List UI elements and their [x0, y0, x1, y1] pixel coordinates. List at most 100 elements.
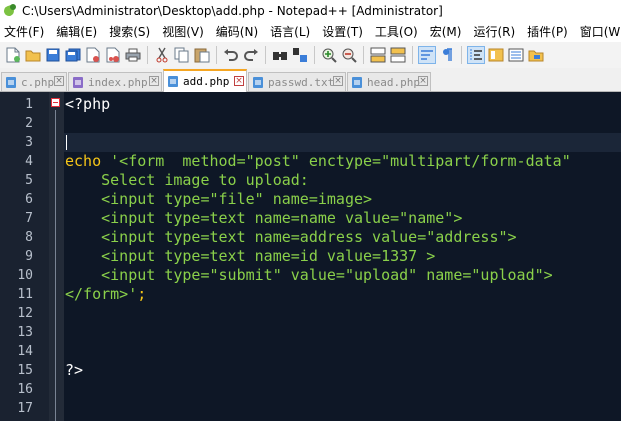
- line-number: 15: [17, 363, 33, 378]
- new-file-icon[interactable]: [4, 46, 22, 64]
- code-text: <?php: [65, 95, 111, 113]
- line-number: 16: [17, 382, 33, 397]
- line-number: 14: [17, 344, 33, 359]
- folder-workspace-icon[interactable]: [527, 46, 545, 64]
- menu-search[interactable]: 搜索(S): [103, 22, 156, 42]
- close-icon[interactable]: ×: [149, 76, 159, 86]
- toolbar: [0, 42, 621, 68]
- sync-v-icon[interactable]: [369, 46, 387, 64]
- file-icon: [6, 76, 16, 88]
- menu-tools[interactable]: 工具(O): [369, 22, 424, 42]
- line-number: 2: [25, 116, 33, 131]
- code-line: 13: [0, 323, 621, 342]
- code-text-echo: echo '<form method="post" enctype="multi…: [65, 152, 571, 171]
- file-icon: [253, 76, 263, 88]
- tab-label: c.php: [21, 75, 55, 89]
- semicolon: ;: [137, 285, 147, 303]
- code-line: 7 <input type=text name=name value="name…: [0, 209, 621, 228]
- menu-run[interactable]: 运行(R): [467, 22, 521, 42]
- line-number: 7: [25, 211, 33, 226]
- function-list-icon[interactable]: [507, 46, 525, 64]
- save-icon[interactable]: [44, 46, 62, 64]
- line-number: 9: [25, 249, 33, 264]
- code-line: 16: [0, 380, 621, 399]
- line-number: 8: [25, 230, 33, 245]
- code-text-form-end: </form>';: [65, 285, 146, 304]
- menu-encoding[interactable]: 编码(N): [210, 22, 264, 42]
- window-title: C:\Users\Administrator\Desktop\add.php -…: [22, 4, 443, 18]
- form-end-string: </form>': [65, 285, 138, 303]
- code-line: 15 ?>: [0, 361, 621, 380]
- code-editor[interactable]: 1 <?php 2 3 4 echo '<form method="post" …: [0, 92, 621, 421]
- tab-head-php[interactable]: head.php ×: [347, 72, 431, 91]
- code-line: 14: [0, 342, 621, 361]
- echo-keyword: echo: [65, 152, 102, 170]
- toolbar-separator: [147, 46, 148, 64]
- menu-window[interactable]: 窗口(W): [574, 22, 621, 42]
- line-number: 11: [17, 287, 33, 302]
- line-number: 10: [17, 268, 33, 283]
- code-line: 12: [0, 304, 621, 323]
- line-number: 17: [17, 401, 33, 416]
- code-text: Select image to upload:: [65, 171, 309, 189]
- toolbar-separator: [412, 46, 413, 64]
- open-file-icon[interactable]: [24, 46, 42, 64]
- echo-string: '<form method="post" enctype="multipart/…: [110, 152, 571, 170]
- code-line: 8 <input type=text name=address value="a…: [0, 228, 621, 247]
- code-text: ?>: [65, 361, 84, 379]
- menu-view[interactable]: 视图(V): [156, 22, 210, 42]
- tab-label: head.php: [367, 75, 420, 89]
- paste-icon[interactable]: [193, 46, 211, 64]
- doc-map-icon[interactable]: [487, 46, 505, 64]
- line-number: 13: [17, 325, 33, 340]
- close-icon[interactable]: [84, 46, 102, 64]
- close-icon[interactable]: ×: [418, 76, 428, 86]
- close-icon[interactable]: ×: [333, 76, 343, 86]
- copy-icon[interactable]: [173, 46, 191, 64]
- line-number: 4: [25, 154, 33, 169]
- word-wrap-icon[interactable]: [418, 46, 436, 64]
- menu-edit[interactable]: 编辑(E): [50, 22, 103, 42]
- line-number: 12: [17, 306, 33, 321]
- close-icon[interactable]: ×: [54, 76, 64, 86]
- tab-passwd-txt[interactable]: passwd.txt ×: [248, 72, 346, 91]
- menu-macro[interactable]: 宏(M): [424, 22, 468, 42]
- print-icon[interactable]: [124, 46, 142, 64]
- save-all-icon[interactable]: [64, 46, 82, 64]
- indent-guide-icon[interactable]: [467, 46, 485, 64]
- close-all-icon[interactable]: [104, 46, 122, 64]
- code-line: 1 <?php: [0, 95, 621, 114]
- menu-file[interactable]: 文件(F): [0, 22, 50, 42]
- tab-c-php[interactable]: c.php ×: [1, 72, 67, 91]
- cut-icon[interactable]: [153, 46, 171, 64]
- menu-settings[interactable]: 设置(T): [316, 22, 369, 42]
- tab-index-php[interactable]: index.php ×: [68, 72, 162, 91]
- code-line: 6 <input type="file" name=image>: [0, 190, 621, 209]
- replace-icon[interactable]: [291, 46, 309, 64]
- undo-icon[interactable]: [222, 46, 240, 64]
- zoom-in-icon[interactable]: [320, 46, 338, 64]
- menu-language[interactable]: 语言(L): [264, 22, 316, 42]
- close-icon[interactable]: ×: [234, 76, 244, 86]
- title-bar[interactable]: C:\Users\Administrator\Desktop\add.php -…: [0, 0, 621, 22]
- tab-add-php[interactable]: add.php ×: [163, 69, 247, 92]
- line-number: 3: [25, 135, 33, 150]
- tab-label: add.php: [183, 75, 230, 88]
- toolbar-separator: [216, 46, 217, 64]
- file-icon: [352, 76, 362, 88]
- code-text: <input type="submit" value="upload" name…: [65, 266, 553, 284]
- sync-h-icon[interactable]: [389, 46, 407, 64]
- code-text: <input type=text name=address value="add…: [65, 228, 517, 246]
- line-number: 1: [25, 97, 33, 112]
- code-line: 10 <input type="submit" value="upload" n…: [0, 266, 621, 285]
- tab-label: passwd.txt: [268, 75, 335, 89]
- find-icon[interactable]: [271, 46, 289, 64]
- code-text: <input type="file" name=image>: [65, 190, 373, 208]
- show-all-chars-icon[interactable]: [438, 46, 456, 64]
- code-line: 17: [0, 399, 621, 418]
- zoom-out-icon[interactable]: [340, 46, 358, 64]
- notepadpp-logo-icon: [2, 4, 17, 18]
- redo-icon[interactable]: [242, 46, 260, 64]
- toolbar-separator: [265, 46, 266, 64]
- menu-plugins[interactable]: 插件(P): [521, 22, 574, 42]
